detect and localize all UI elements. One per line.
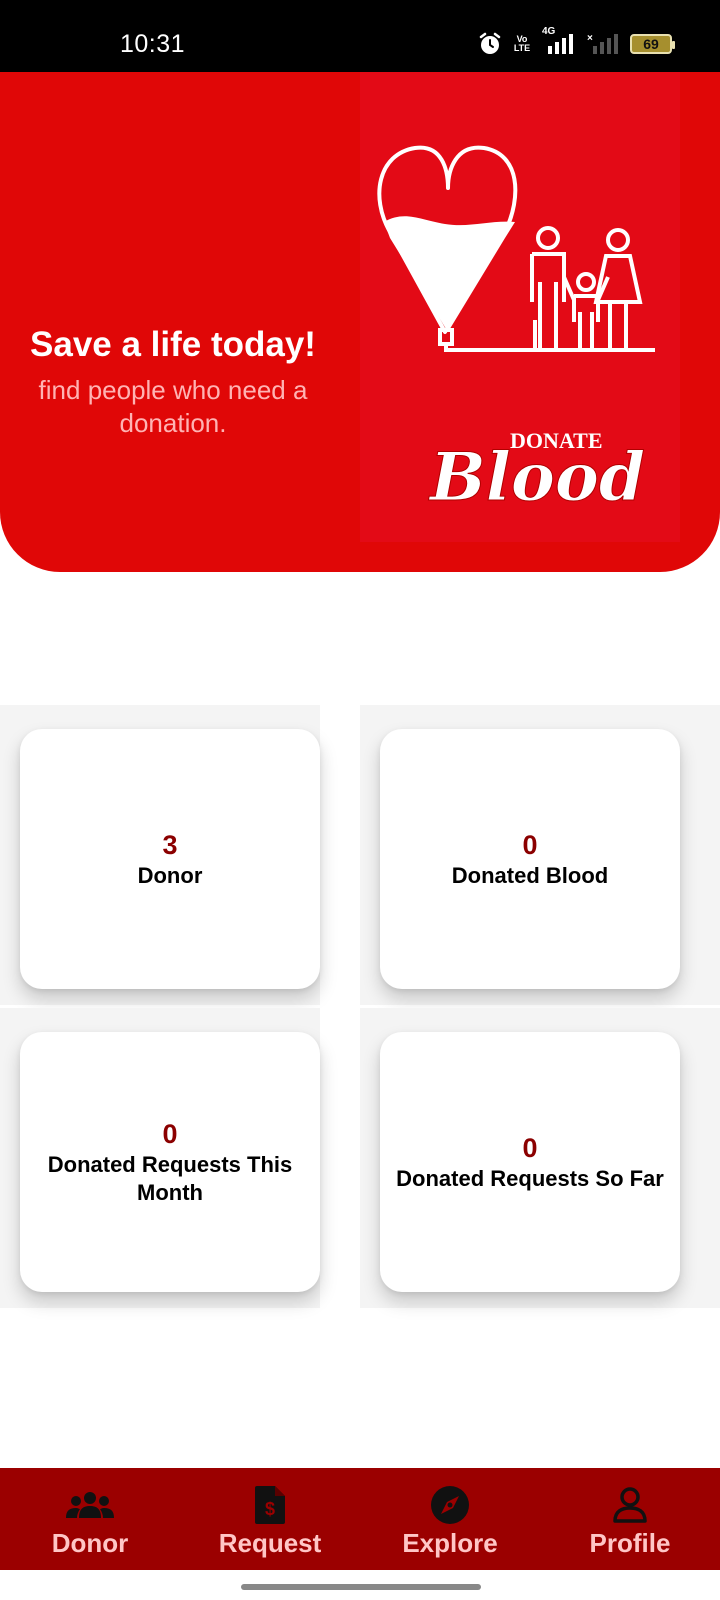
stats-row-2: 0 Donated Requests This Month 0 Donated … <box>0 1008 720 1308</box>
signal-no-service-icon: × <box>587 33 618 54</box>
svg-text:$: $ <box>265 1499 275 1519</box>
stat-value: 3 <box>162 830 178 860</box>
volte-icon: Vo LTE <box>513 34 531 53</box>
stat-label: Donated Requests So Far <box>396 1166 664 1191</box>
nav-label-donor: Donor <box>51 1527 129 1558</box>
stat-card-requests-so-far[interactable]: 0 Donated Requests So Far <box>380 1032 680 1292</box>
hero-banner: Save a life today! find people who need … <box>0 72 720 572</box>
logo-blood-text: Blood <box>428 438 645 516</box>
bottom-navigation: Donor $ Request Explore Profile <box>0 1468 720 1570</box>
stat-label: Donated Blood <box>451 863 609 888</box>
status-time: 10:31 <box>120 30 186 58</box>
users-icon <box>66 1484 114 1526</box>
hero-title: Save a life today! <box>30 325 316 364</box>
nav-label-profile: Profile <box>589 1527 671 1558</box>
stats-row-1: 3 Donor 0 Donated Blood <box>0 705 720 1005</box>
svg-text:×: × <box>587 33 593 44</box>
signal-4g-icon: 4G <box>542 26 578 56</box>
gesture-bar <box>0 1570 720 1600</box>
compass-icon <box>430 1484 470 1526</box>
home-indicator[interactable] <box>241 1584 481 1590</box>
blood-bag-family-graphic: DONATE Blood <box>377 145 655 517</box>
dollar-document-icon: $ <box>255 1484 285 1526</box>
alarm-icon <box>479 32 501 54</box>
user-icon <box>613 1484 647 1526</box>
stat-value: 0 <box>522 1133 538 1163</box>
donate-blood-illustration: DONATE Blood <box>360 72 680 542</box>
nav-item-profile[interactable]: Profile <box>540 1468 720 1570</box>
stat-card-donated-blood[interactable]: 0 Donated Blood <box>380 729 680 989</box>
nav-label-request: Request <box>218 1527 322 1558</box>
stat-label: Donor <box>137 863 203 888</box>
stat-card-requests-this-month[interactable]: 0 Donated Requests This Month <box>20 1032 320 1292</box>
stat-value: 0 <box>162 1119 178 1149</box>
hero-text: Save a life today! find people who need … <box>18 322 328 440</box>
battery-level: 69 <box>643 36 659 52</box>
nav-label-explore: Explore <box>402 1527 498 1558</box>
stat-card-donor[interactable]: 3 Donor <box>20 729 320 989</box>
nav-item-request[interactable]: $ Request <box>180 1468 360 1570</box>
status-bar: 10:31 Vo LTE 4G × 69 <box>0 0 720 72</box>
battery-icon: 69 <box>630 34 675 54</box>
stat-label: Donated Requests This Month <box>47 1152 293 1205</box>
nav-item-donor[interactable]: Donor <box>0 1468 180 1570</box>
status-icons: Vo LTE 4G × 69 <box>478 26 675 58</box>
hero-subtitle: find people who need a donation. <box>38 375 308 438</box>
stat-value: 0 <box>522 830 538 860</box>
nav-item-explore[interactable]: Explore <box>360 1468 540 1570</box>
